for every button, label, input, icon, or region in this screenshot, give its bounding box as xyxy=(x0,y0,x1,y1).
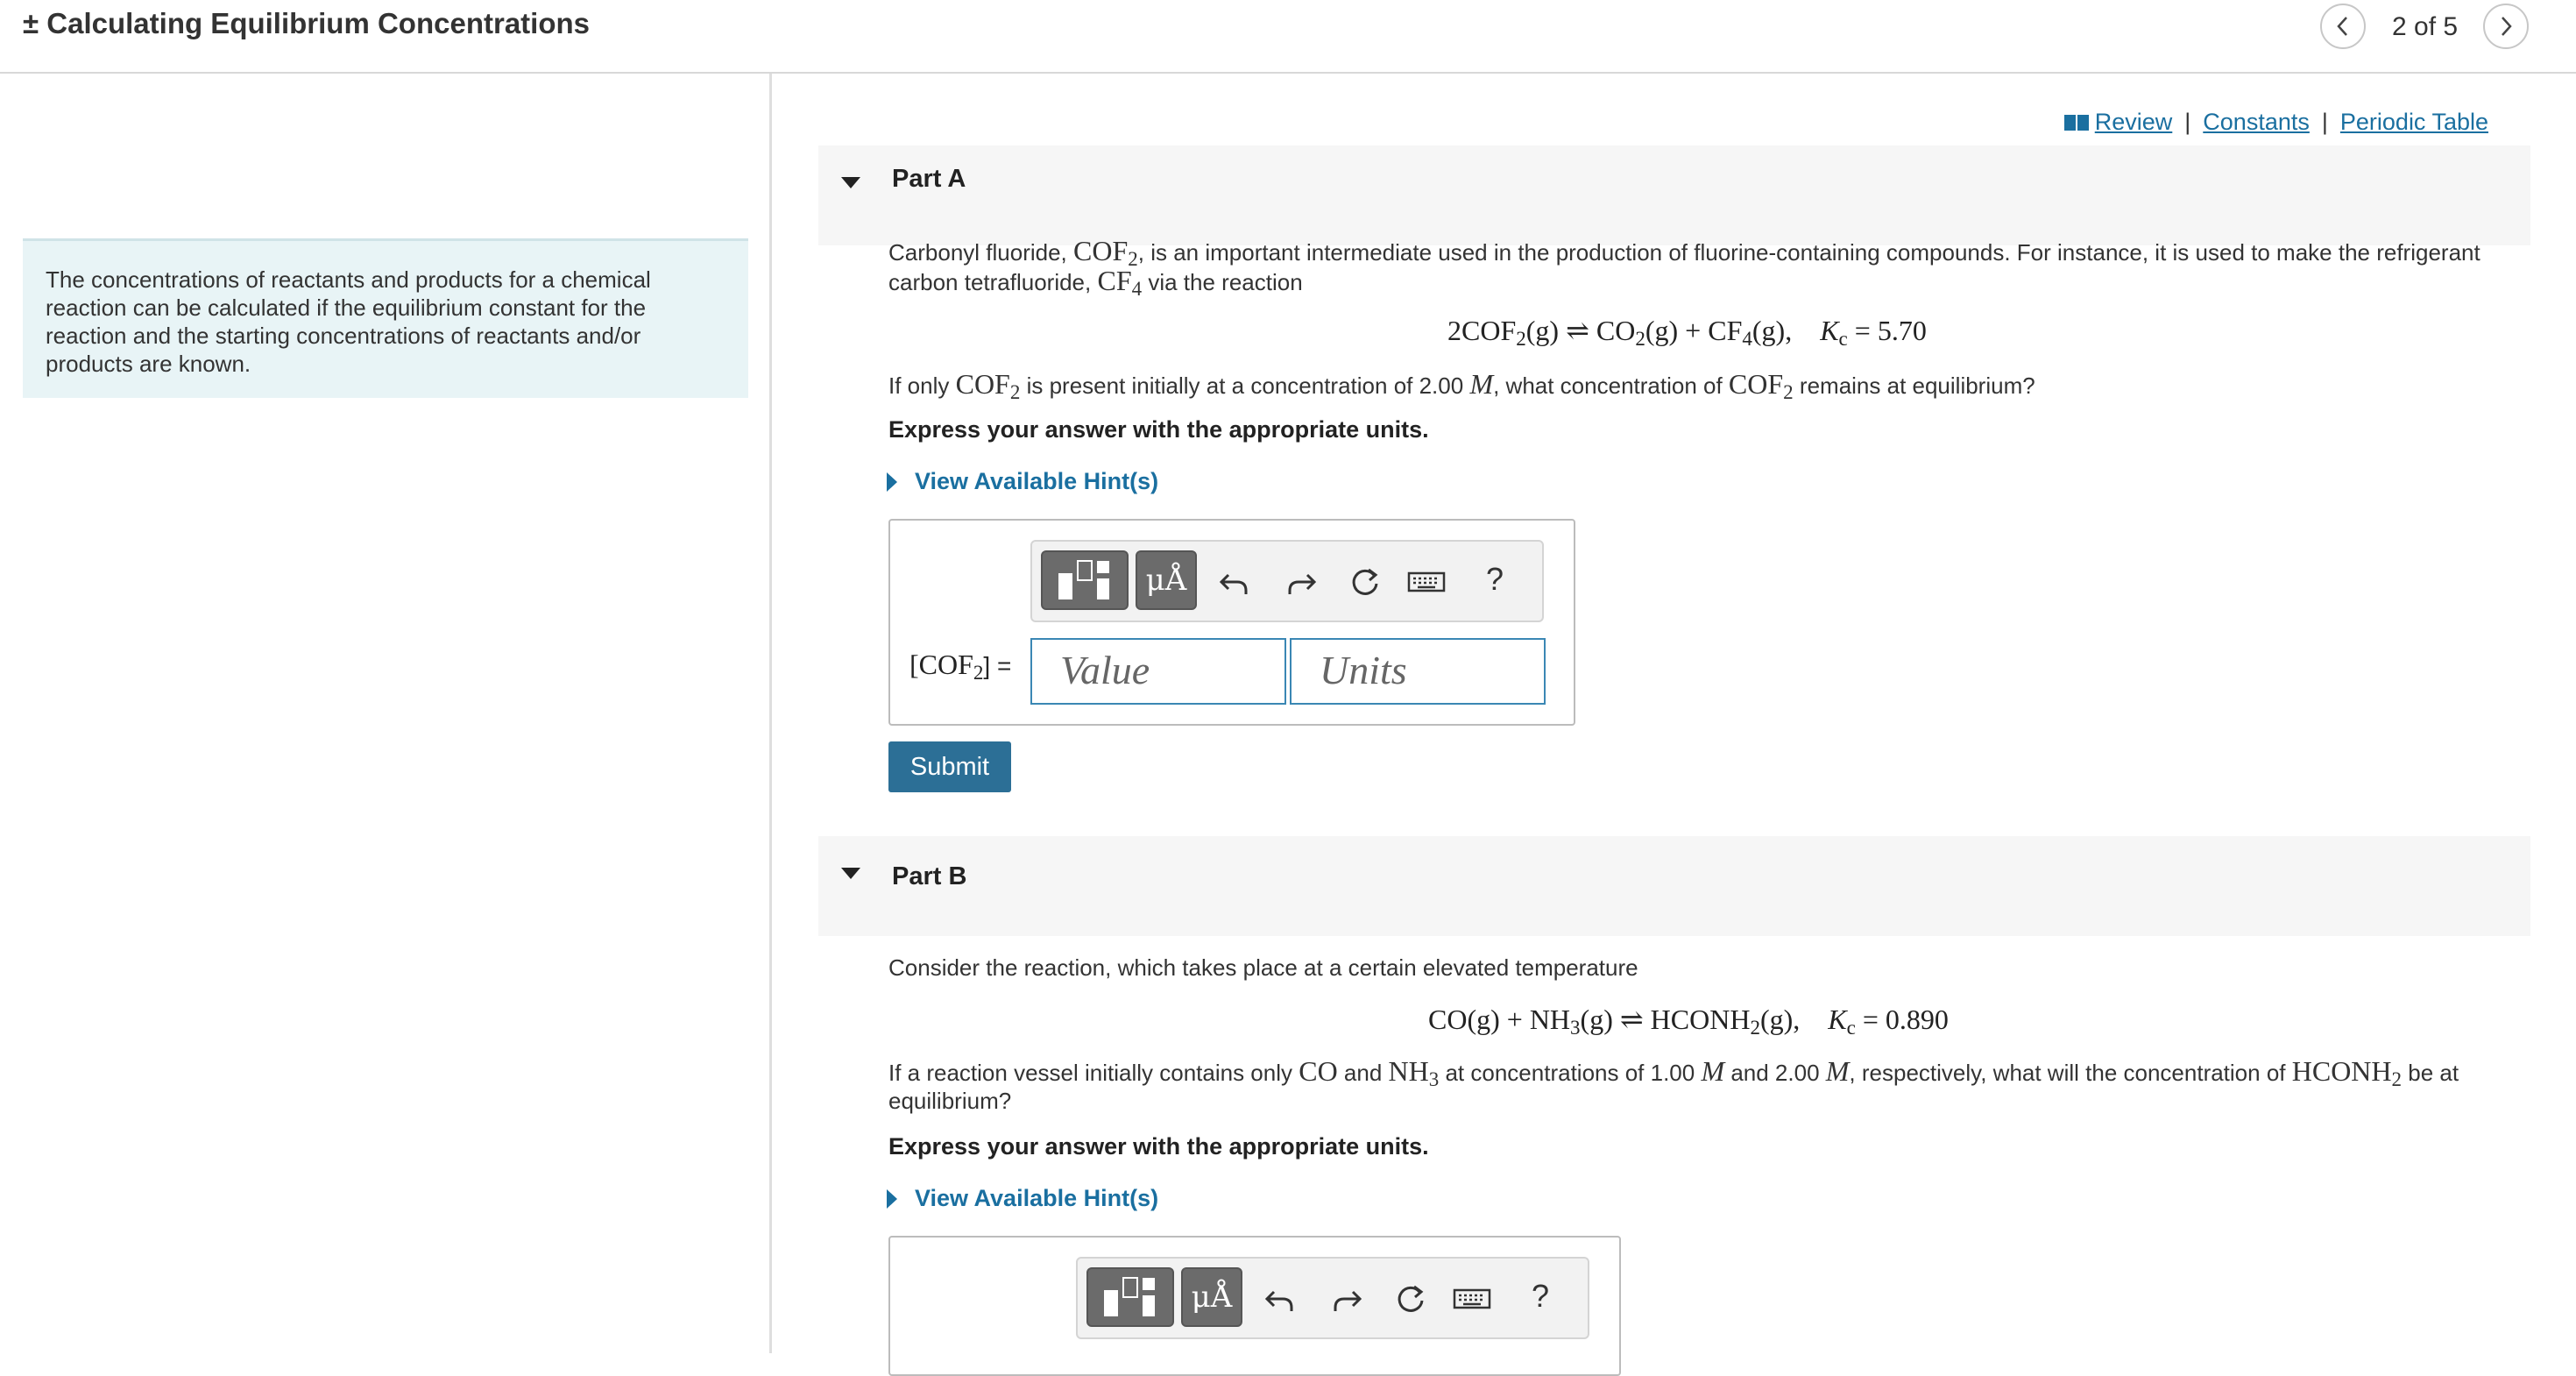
page-title: ± Calculating Equilibrium Concentrations xyxy=(23,7,590,39)
symbols-button[interactable]: μÅ xyxy=(1181,1267,1242,1327)
symbols-button[interactable]: μÅ xyxy=(1136,550,1197,610)
link-separator: | xyxy=(2321,109,2328,135)
expand-triangle-icon xyxy=(887,1188,897,1209)
previous-item-button[interactable] xyxy=(2320,4,2366,49)
undo-icon[interactable] xyxy=(1263,1281,1299,1316)
part-a-intro: Carbonyl fluoride, COF2, is an important… xyxy=(888,235,2480,300)
part-a-instruction: Express your answer with the appropriate… xyxy=(888,416,1429,443)
help-icon[interactable]: ? xyxy=(1486,561,1504,598)
pager-text: 2 of 5 xyxy=(2392,12,2459,41)
redo-icon[interactable] xyxy=(1328,1281,1363,1316)
help-icon[interactable]: ? xyxy=(1532,1278,1549,1315)
part-b-question: If a reaction vessel initially contains … xyxy=(888,1055,2459,1114)
hint-label: View Available Hint(s) xyxy=(915,1185,1159,1211)
header-bar: ± Calculating Equilibrium Concentrations… xyxy=(0,0,2576,74)
review-link[interactable]: Review xyxy=(2095,109,2173,136)
templates-button[interactable] xyxy=(1041,550,1129,610)
value-input[interactable]: Value xyxy=(1030,638,1286,705)
answer-label: [COF2] = xyxy=(909,649,1012,684)
part-b-instruction: Express your answer with the appropriate… xyxy=(888,1133,1429,1160)
constants-link[interactable]: Constants xyxy=(2203,109,2310,136)
undo-icon[interactable] xyxy=(1218,564,1253,599)
part-b-intro: Consider the reaction, which takes place… xyxy=(888,954,1638,981)
reset-icon[interactable] xyxy=(1393,1281,1428,1316)
part-a-header[interactable]: Part A xyxy=(818,145,2530,245)
periodic-table-link[interactable]: Periodic Table xyxy=(2340,109,2488,136)
redo-icon[interactable] xyxy=(1283,564,1318,599)
collapse-triangle-icon xyxy=(841,868,860,879)
units-input[interactable]: Units xyxy=(1290,638,1546,705)
math-toolbar: μÅ ? xyxy=(1076,1257,1589,1339)
part-b-answer-box: μÅ ? xyxy=(888,1236,1621,1376)
templates-icon xyxy=(1104,1277,1155,1316)
expand-triangle-icon xyxy=(887,472,897,492)
chevron-right-icon xyxy=(2502,17,2512,36)
math-toolbar: μÅ ? xyxy=(1030,540,1544,622)
part-b-equation: CO(g) + NH3(g) ⇌ HCONH2(g), Kc = 0.890 xyxy=(1428,1004,1949,1039)
submit-button[interactable]: Submit xyxy=(888,741,1011,792)
reset-icon[interactable] xyxy=(1348,564,1383,599)
keyboard-icon[interactable] xyxy=(1407,564,1446,599)
part-a-hint-toggle[interactable]: View Available Hint(s) xyxy=(887,468,1158,495)
part-b-hint-toggle[interactable]: View Available Hint(s) xyxy=(887,1185,1158,1212)
resource-links: Review | Constants | Periodic Table xyxy=(2063,109,2488,136)
hint-label: View Available Hint(s) xyxy=(915,468,1159,494)
part-a-answer-box: μÅ ? [COF2] = Value Units xyxy=(888,519,1575,726)
panel-divider xyxy=(769,74,772,1353)
part-a-equation: 2COF2(g) ⇌ CO2(g) + CF4(g), Kc = 5.70 xyxy=(1447,315,1927,350)
part-a-label: Part A xyxy=(892,165,966,193)
next-item-button[interactable] xyxy=(2483,4,2529,49)
collapse-triangle-icon xyxy=(841,177,860,188)
chevron-left-icon xyxy=(2337,17,2347,36)
part-a-question: If only COF2 is present initially at a c… xyxy=(888,368,2035,403)
part-b-header[interactable]: Part B xyxy=(818,836,2530,936)
templates-icon xyxy=(1058,560,1109,599)
intro-box: The concentrations of reactants and prod… xyxy=(23,238,748,398)
part-b-label: Part B xyxy=(892,862,967,890)
intro-text: The concentrations of reactants and prod… xyxy=(46,266,651,377)
link-separator: | xyxy=(2184,109,2191,135)
keyboard-icon[interactable] xyxy=(1453,1281,1491,1316)
book-icon xyxy=(2063,114,2089,131)
templates-button[interactable] xyxy=(1086,1267,1174,1327)
